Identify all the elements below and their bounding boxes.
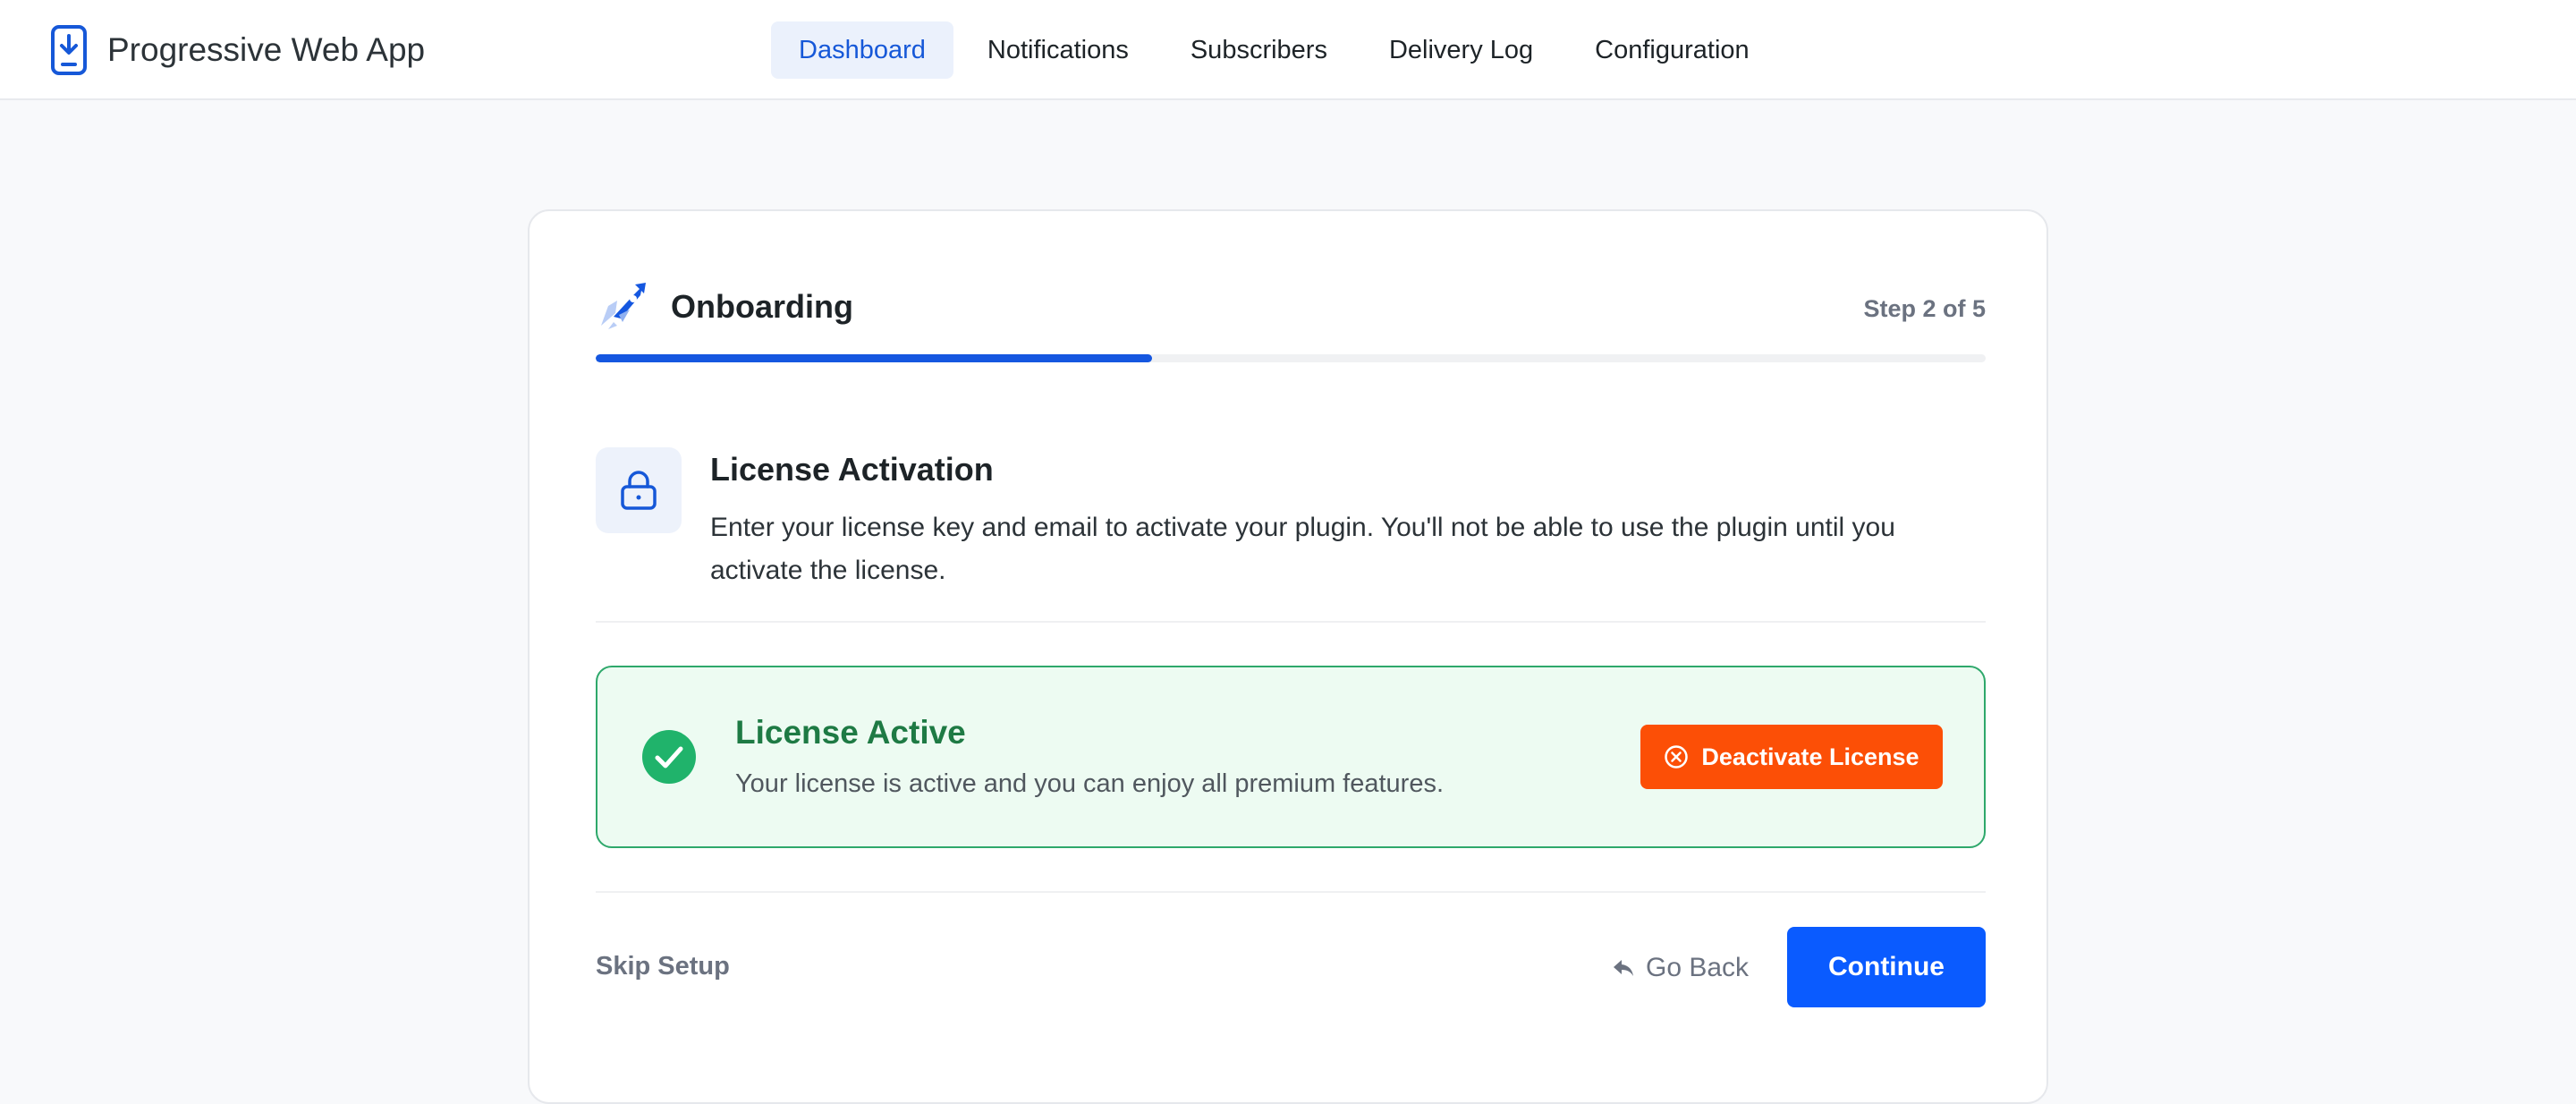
license-status-box: License Active Your license is active an…	[596, 666, 1986, 848]
nav-item-notifications[interactable]: Notifications	[960, 21, 1157, 79]
lock-icon-tile	[596, 447, 682, 533]
onboarding-title: Onboarding	[671, 288, 853, 325]
section-title: License Activation	[710, 451, 994, 488]
nav-item-dashboard[interactable]: Dashboard	[771, 21, 953, 79]
section-description: Enter your license key and email to acti…	[710, 513, 1895, 585]
step-indicator: Step 2 of 5	[1863, 295, 1986, 322]
deactivate-license-button[interactable]: Deactivate License	[1640, 725, 1943, 789]
nav-item-subscribers[interactable]: Subscribers	[1163, 21, 1355, 79]
skip-setup-link[interactable]: Skip Setup	[596, 952, 730, 981]
progress-bar	[596, 354, 1986, 362]
divider	[596, 621, 1986, 623]
x-circle-icon	[1664, 744, 1689, 769]
progress-fill	[596, 354, 1152, 362]
nav-item-delivery-log[interactable]: Delivery Log	[1361, 21, 1561, 79]
nav-item-configuration[interactable]: Configuration	[1567, 21, 1777, 79]
onboarding-header: Onboarding Step 2 of 5	[596, 276, 1986, 340]
deactivate-license-label: Deactivate License	[1701, 743, 1919, 770]
phone-download-icon	[48, 23, 89, 77]
main-nav: Dashboard Notifications Subscribers Deli…	[771, 21, 1784, 79]
app-title: Progressive Web App	[107, 31, 426, 68]
reply-arrow-icon	[1612, 956, 1635, 980]
continue-button[interactable]: Continue	[1787, 927, 1986, 1007]
divider	[596, 891, 1986, 893]
rocket-icon	[596, 279, 653, 333]
top-bar: Progressive Web App Dashboard Notificati…	[0, 0, 2576, 100]
license-status-title: License Active	[735, 714, 966, 751]
check-circle-icon	[642, 730, 696, 784]
brand[interactable]: Progressive Web App	[48, 21, 425, 79]
license-status-text: Your license is active and you can enjoy…	[735, 769, 1445, 798]
onboarding-card: Onboarding Step 2 of 5 License Activatio…	[528, 209, 2048, 1104]
go-back-label: Go Back	[1646, 953, 1750, 982]
lock-icon	[621, 471, 657, 510]
go-back-button[interactable]: Go Back	[1612, 950, 1749, 986]
